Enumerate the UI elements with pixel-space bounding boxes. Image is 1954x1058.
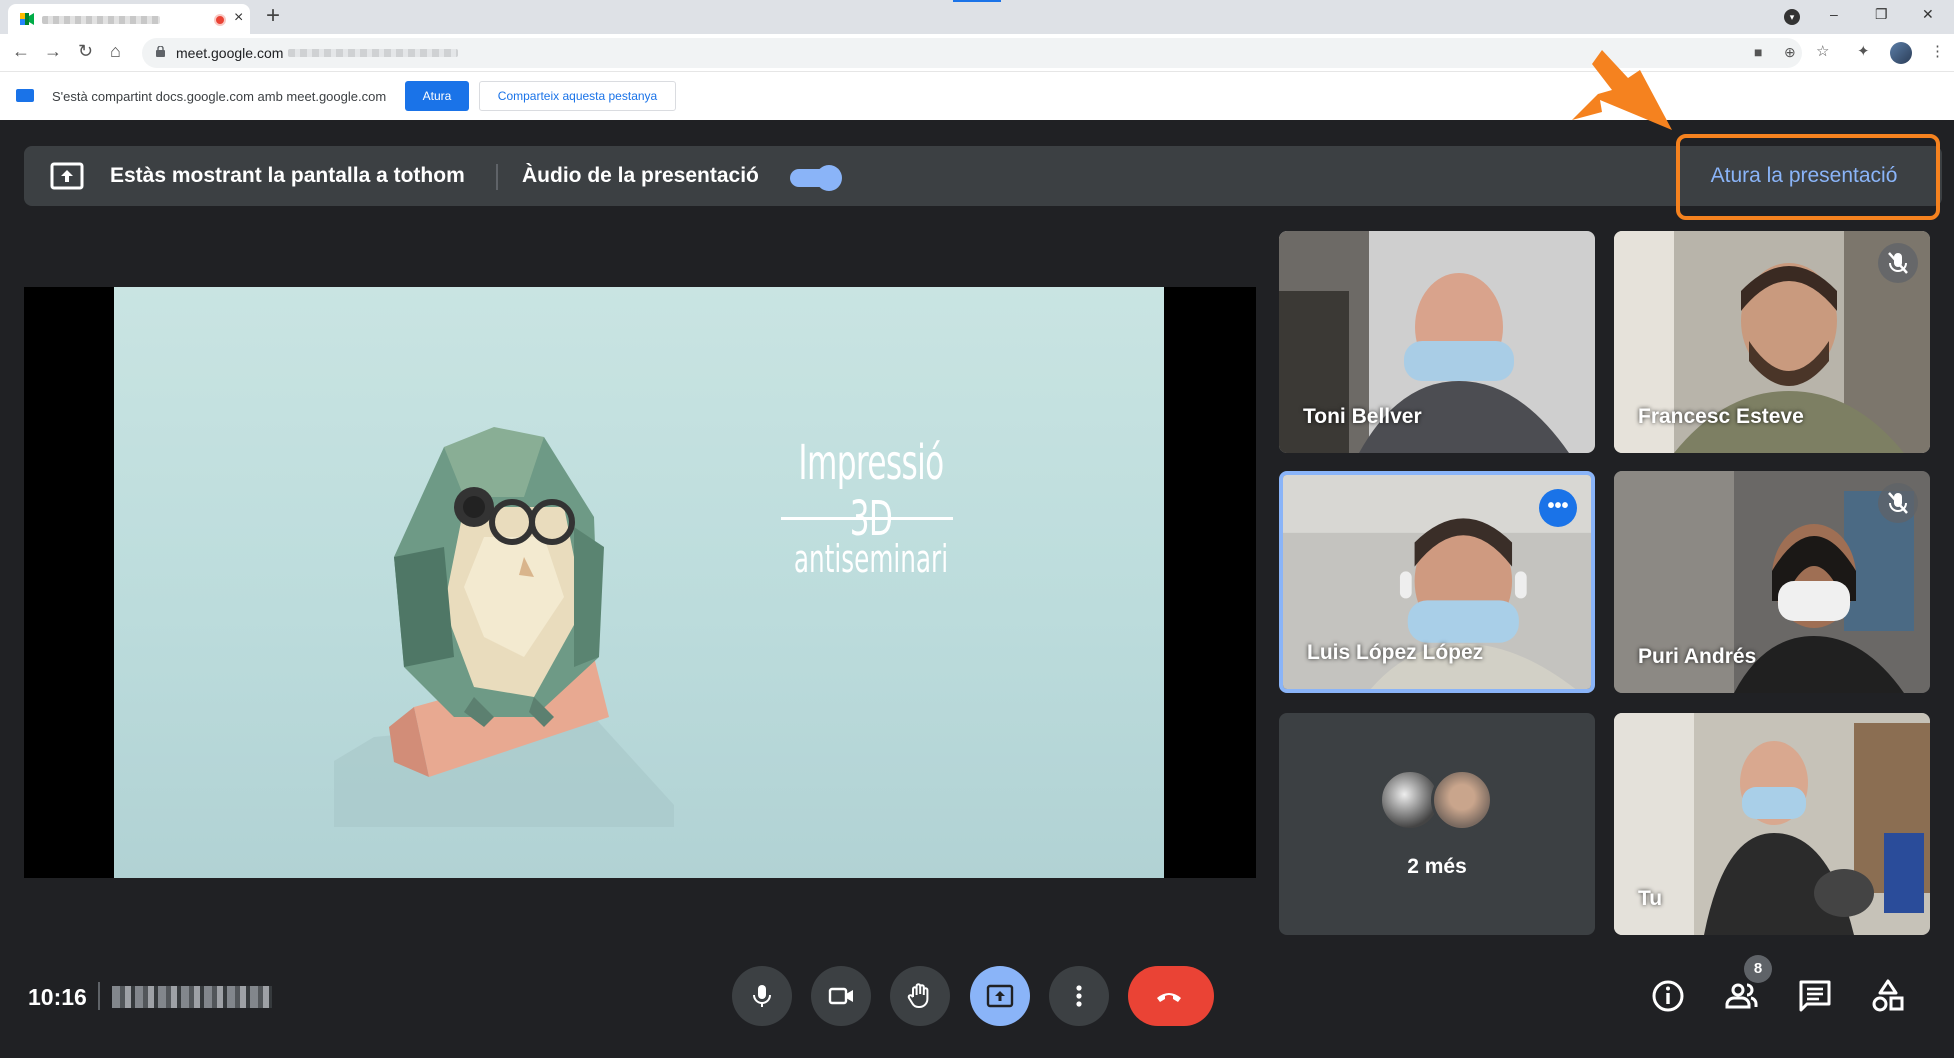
profile-avatar[interactable] — [1890, 42, 1912, 64]
cast-icon — [16, 89, 34, 102]
lock-icon — [156, 46, 165, 57]
present-screen-icon — [50, 162, 84, 190]
address-url: meet.google.com — [176, 45, 284, 61]
microphone-button[interactable] — [732, 966, 792, 1026]
participant-tile-active-speaker[interactable]: ••• Luis López López — [1279, 471, 1595, 693]
zoom-icon[interactable]: ⊕ — [1784, 44, 1796, 61]
new-tab-button[interactable]: + — [266, 2, 280, 30]
banner-divider — [496, 164, 498, 190]
presented-slide: Impressió 3D antiseminari — [114, 287, 1164, 878]
camera-button[interactable] — [811, 966, 871, 1026]
presentation-audio-label: Àudio de la presentació — [522, 164, 759, 187]
close-window-button[interactable]: ✕ — [1922, 6, 1934, 23]
highlight-annotation — [1676, 134, 1940, 220]
address-bar[interactable]: meet.google.com ■ ⊕ — [142, 38, 1802, 68]
participant-name: Puri Andrés — [1638, 645, 1757, 668]
people-icon — [1725, 983, 1758, 1009]
meeting-details-button[interactable] — [1650, 978, 1690, 1018]
more-options-icon[interactable]: ••• — [1539, 489, 1577, 527]
camera-in-use-icon[interactable]: ■ — [1754, 44, 1762, 60]
toggle-knob — [816, 165, 842, 191]
stop-sharing-button[interactable]: Atura — [405, 81, 469, 111]
activities-shapes-icon — [1872, 979, 1904, 1012]
browser-menu-icon[interactable]: ⋮ — [1930, 42, 1945, 60]
back-button[interactable]: ← — [12, 41, 30, 62]
muted-icon — [1878, 243, 1918, 283]
owl-illustration-icon — [334, 427, 674, 827]
restore-window-button[interactable]: ❐ — [1875, 6, 1888, 23]
slide-subtitle: antiseminari — [793, 537, 949, 581]
participant-name: Toni Bellver — [1303, 405, 1422, 428]
slide-divider — [781, 517, 953, 520]
raise-hand-button[interactable] — [890, 966, 950, 1026]
more-options-button[interactable] — [1049, 966, 1109, 1026]
more-participants-tile[interactable]: 2 més — [1279, 713, 1595, 935]
minimize-window-button[interactable]: – — [1830, 6, 1838, 22]
bookmark-star-icon[interactable]: ☆ — [1816, 42, 1829, 60]
meeting-code-redacted — [112, 986, 272, 1008]
participant-tile[interactable]: Puri Andrés — [1614, 471, 1930, 693]
present-screen-icon — [986, 984, 1014, 1008]
microphone-icon — [753, 985, 771, 1007]
participant-tile[interactable]: Francesc Esteve — [1614, 231, 1930, 453]
tab-strip-indicator — [953, 0, 1001, 2]
share-message: S'està compartint docs.google.com amb me… — [52, 89, 387, 104]
participant-tile[interactable]: Toni Bellver — [1279, 231, 1595, 453]
muted-icon — [1878, 483, 1918, 523]
avatar — [1431, 769, 1493, 831]
participant-count-badge: 8 — [1744, 955, 1772, 983]
tab-title-redacted — [42, 16, 160, 24]
participant-name: Tu — [1638, 887, 1663, 910]
browser-tab-meet[interactable]: × — [8, 4, 250, 34]
presentation-audio-toggle[interactable] — [788, 164, 844, 191]
more-participants-avatars — [1379, 769, 1499, 833]
address-path-redacted — [288, 49, 458, 57]
annotation-arrow-icon — [1572, 50, 1672, 130]
presentation-stage: Impressió 3D antiseminari — [24, 287, 1256, 878]
slide-title: Impressió 3D — [798, 435, 944, 547]
presenting-message: Estàs mostrant la pantalla a tothom — [110, 164, 465, 187]
meet-favicon-icon — [20, 13, 34, 25]
forward-button[interactable]: → — [44, 41, 62, 62]
leave-call-button[interactable] — [1128, 966, 1214, 1026]
recording-indicator-icon — [214, 14, 226, 26]
participant-name: Francesc Esteve — [1638, 405, 1804, 428]
activities-button[interactable] — [1870, 978, 1910, 1018]
tab-close-icon[interactable]: × — [234, 9, 243, 27]
extensions-puzzle-icon[interactable]: ✦ — [1857, 42, 1870, 60]
self-view-tile[interactable]: Tu — [1614, 713, 1930, 935]
meeting-clock: 10:16 — [28, 984, 87, 1010]
tab-search-icon[interactable]: ▾ — [1784, 9, 1800, 25]
more-vert-icon — [1076, 985, 1082, 1007]
more-participants-count: 2 més — [1407, 855, 1467, 878]
participant-name: Luis López López — [1307, 641, 1484, 664]
home-button[interactable]: ⌂ — [110, 41, 121, 62]
presenting-banner: Estàs mostrant la pantalla a tothom Àudi… — [24, 146, 1942, 206]
present-now-button[interactable] — [970, 966, 1030, 1026]
hang-up-icon — [1157, 993, 1181, 1002]
browser-tab-strip: × + ▾ – ❐ ✕ — [0, 0, 1954, 34]
chat-icon — [1799, 980, 1831, 1012]
reload-button[interactable]: ↻ — [78, 41, 93, 62]
info-icon — [1652, 980, 1684, 1012]
hand-icon — [907, 983, 929, 1008]
people-button[interactable] — [1724, 978, 1764, 1018]
share-this-tab-button[interactable]: Comparteix aquesta pestanya — [479, 81, 676, 111]
bottom-divider — [98, 982, 100, 1010]
camera-icon — [828, 987, 853, 1005]
chat-button[interactable] — [1797, 978, 1837, 1018]
